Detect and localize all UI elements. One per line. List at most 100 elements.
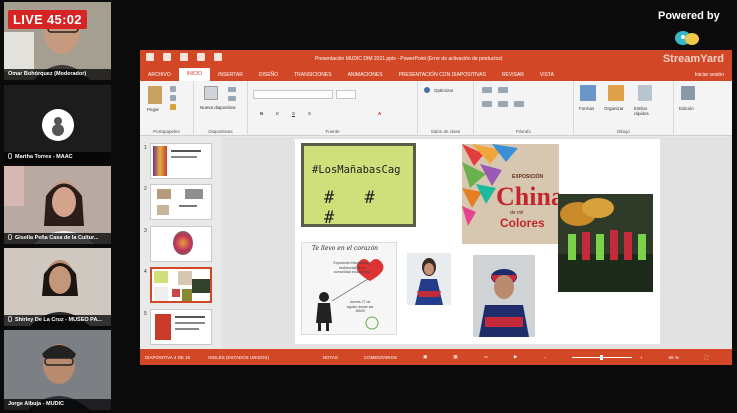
underline-button[interactable]: S — [292, 111, 295, 116]
ppt-logo-icon — [146, 53, 154, 61]
tab-diseno[interactable]: DISEÑO — [251, 72, 286, 78]
layout-icon[interactable] — [228, 87, 236, 92]
group-label: Párrafo — [516, 129, 531, 134]
thumb-number: 5 — [144, 311, 147, 317]
mouse-cursor-icon — [432, 309, 435, 317]
thumb-number: 4 — [144, 269, 147, 275]
quick-styles-button[interactable]: Estilos rápidos — [634, 106, 662, 116]
font-size-input[interactable] — [336, 90, 356, 99]
group-fuente: N K S S A Fuente — [248, 81, 418, 136]
participant-tile-1: LIVE 45:02 Omar Bohórquez (Moderador) — [4, 2, 111, 80]
paste-button[interactable]: Pegar — [147, 107, 159, 112]
align-right-icon[interactable] — [514, 101, 524, 107]
tab-inicio[interactable]: INICIO — [178, 68, 211, 81]
bullets-icon[interactable] — [482, 87, 492, 93]
new-slide-icon[interactable] — [204, 86, 218, 100]
group-label: Portapapeles — [153, 129, 180, 134]
china-exhibition-poster: EXPOSICIÓN China de mil Colores — [462, 144, 559, 244]
optimize-icon[interactable] — [424, 87, 430, 93]
poster-title: China — [496, 182, 559, 211]
corazon-flyer: Te llevo en el corazón Exposición fotogr… — [301, 242, 397, 335]
signin-link[interactable]: Iniciar sesión — [687, 72, 732, 78]
reading-view-icon[interactable]: ▭ — [484, 354, 488, 360]
new-slide-button[interactable]: Nueva diapositiva — [200, 105, 236, 110]
shadow-button[interactable]: S — [308, 111, 311, 116]
quick-styles-icon[interactable] — [638, 85, 652, 101]
mic-muted-icon — [8, 153, 12, 159]
language-indicator[interactable]: INGLÉS (ESTADOS UNIDOS) — [208, 355, 269, 360]
photo — [407, 253, 451, 305]
group-label: Diapositivas — [208, 129, 233, 134]
shapes-button[interactable]: Formas — [579, 106, 594, 111]
editing-button[interactable]: Edición — [679, 106, 694, 111]
poster-heading: EXPOSICIÓN — [512, 174, 544, 180]
group-parrafo: Párrafo — [474, 81, 574, 136]
font-name-input[interactable] — [253, 90, 333, 99]
arrange-button[interactable]: Organizar — [604, 106, 624, 111]
participant-name: Jorge Albuja - MUDIC — [4, 399, 111, 410]
thumb-number: 2 — [144, 186, 147, 192]
participant-tile-3: Gisella Peña Casa de la Cultur... — [4, 166, 111, 244]
editing-icon[interactable] — [681, 86, 695, 100]
zoom-level[interactable]: 66 % — [669, 355, 679, 360]
participant-video — [4, 330, 111, 410]
photo — [473, 255, 535, 337]
fit-slide-icon[interactable]: ⛶ — [705, 355, 708, 360]
group-label: Salón de clase — [430, 129, 461, 134]
notes-button[interactable]: NOTAS — [323, 355, 338, 360]
flyer-description: Exposición fotográfica y testimonial de … — [333, 261, 371, 274]
zoom-in-icon[interactable]: + — [640, 355, 643, 360]
children-dance-photo — [558, 194, 653, 292]
slide-thumbnails-pane[interactable]: 1 2 3 4 5 — [140, 137, 222, 349]
comments-button[interactable]: COMENTARIOS — [364, 355, 397, 360]
italic-button[interactable]: K — [276, 111, 279, 116]
save-icon[interactable] — [163, 53, 171, 61]
slideshow-view-icon[interactable]: ▶ — [514, 354, 517, 360]
format-painter-icon[interactable] — [170, 104, 176, 110]
undo-icon[interactable] — [180, 53, 188, 61]
slide-thumbnail-2[interactable] — [150, 184, 212, 220]
powered-by-label: Powered by — [658, 10, 720, 22]
group-label: Fuente — [325, 129, 340, 134]
paste-icon[interactable] — [148, 86, 162, 104]
slide-editing-area[interactable]: #LosMañabasCag # # # EXPOSICIÓN China de… — [222, 137, 732, 349]
tab-presentacion[interactable]: PRESENTACIÓN CON DIAPOSITIVAS — [391, 72, 494, 78]
thumb-number: 3 — [144, 228, 147, 234]
participant-name: Gisella Peña Casa de la Cultur... — [4, 233, 111, 244]
zoom-out-icon[interactable]: − — [543, 355, 546, 360]
ppt-title-bar: Presentación MUDIC DIM 2021.pptx - Power… — [140, 50, 732, 68]
redo-icon[interactable] — [197, 53, 205, 61]
status-bar: DIAPOSITIVA 4 DE 15 INGLÉS (ESTADOS UNID… — [140, 349, 732, 365]
slide-thumbnail-1[interactable] — [150, 143, 212, 179]
font-color-button[interactable]: A — [378, 111, 381, 116]
optimize-button[interactable]: Optimizar — [434, 88, 453, 93]
arrange-icon[interactable] — [608, 85, 624, 101]
current-slide[interactable]: #LosMañabasCag # # # EXPOSICIÓN China de… — [295, 139, 660, 344]
slide-thumbnail-3[interactable] — [150, 226, 212, 262]
group-label: Dibujo — [617, 129, 630, 134]
participant-tile-5: Jorge Albuja - MUDIC — [4, 330, 111, 410]
bold-button[interactable]: N — [260, 111, 263, 116]
zoom-slider[interactable] — [571, 354, 632, 360]
tab-archivo[interactable]: ARCHIVO — [140, 72, 179, 78]
sorter-view-icon[interactable]: ▦ — [453, 354, 457, 360]
slide-thumbnail-4[interactable] — [150, 267, 212, 303]
align-center-icon[interactable] — [498, 101, 508, 107]
numbering-icon[interactable] — [498, 87, 508, 93]
tab-animaciones[interactable]: ANIMACIONES — [340, 72, 391, 78]
tab-transiciones[interactable]: TRANSICIONES — [286, 72, 340, 78]
normal-view-icon[interactable]: ▣ — [423, 354, 427, 360]
tab-insertar[interactable]: INSERTAR — [210, 72, 251, 78]
group-diapositivas: Nueva diapositiva Diapositivas — [194, 81, 248, 136]
tab-revisar[interactable]: REVISAR — [494, 72, 532, 78]
present-icon[interactable] — [214, 53, 222, 61]
cut-icon[interactable] — [170, 86, 176, 92]
shapes-icon[interactable] — [580, 85, 596, 101]
tab-vista[interactable]: VISTA — [532, 72, 562, 78]
live-badge: LIVE 45:02 — [8, 10, 87, 29]
participant-tile-2: Martha Torres - MAAC — [4, 85, 111, 163]
copy-icon[interactable] — [170, 95, 176, 101]
reset-icon[interactable] — [228, 96, 236, 101]
slide-thumbnail-5[interactable] — [150, 309, 212, 345]
align-left-icon[interactable] — [482, 101, 492, 107]
